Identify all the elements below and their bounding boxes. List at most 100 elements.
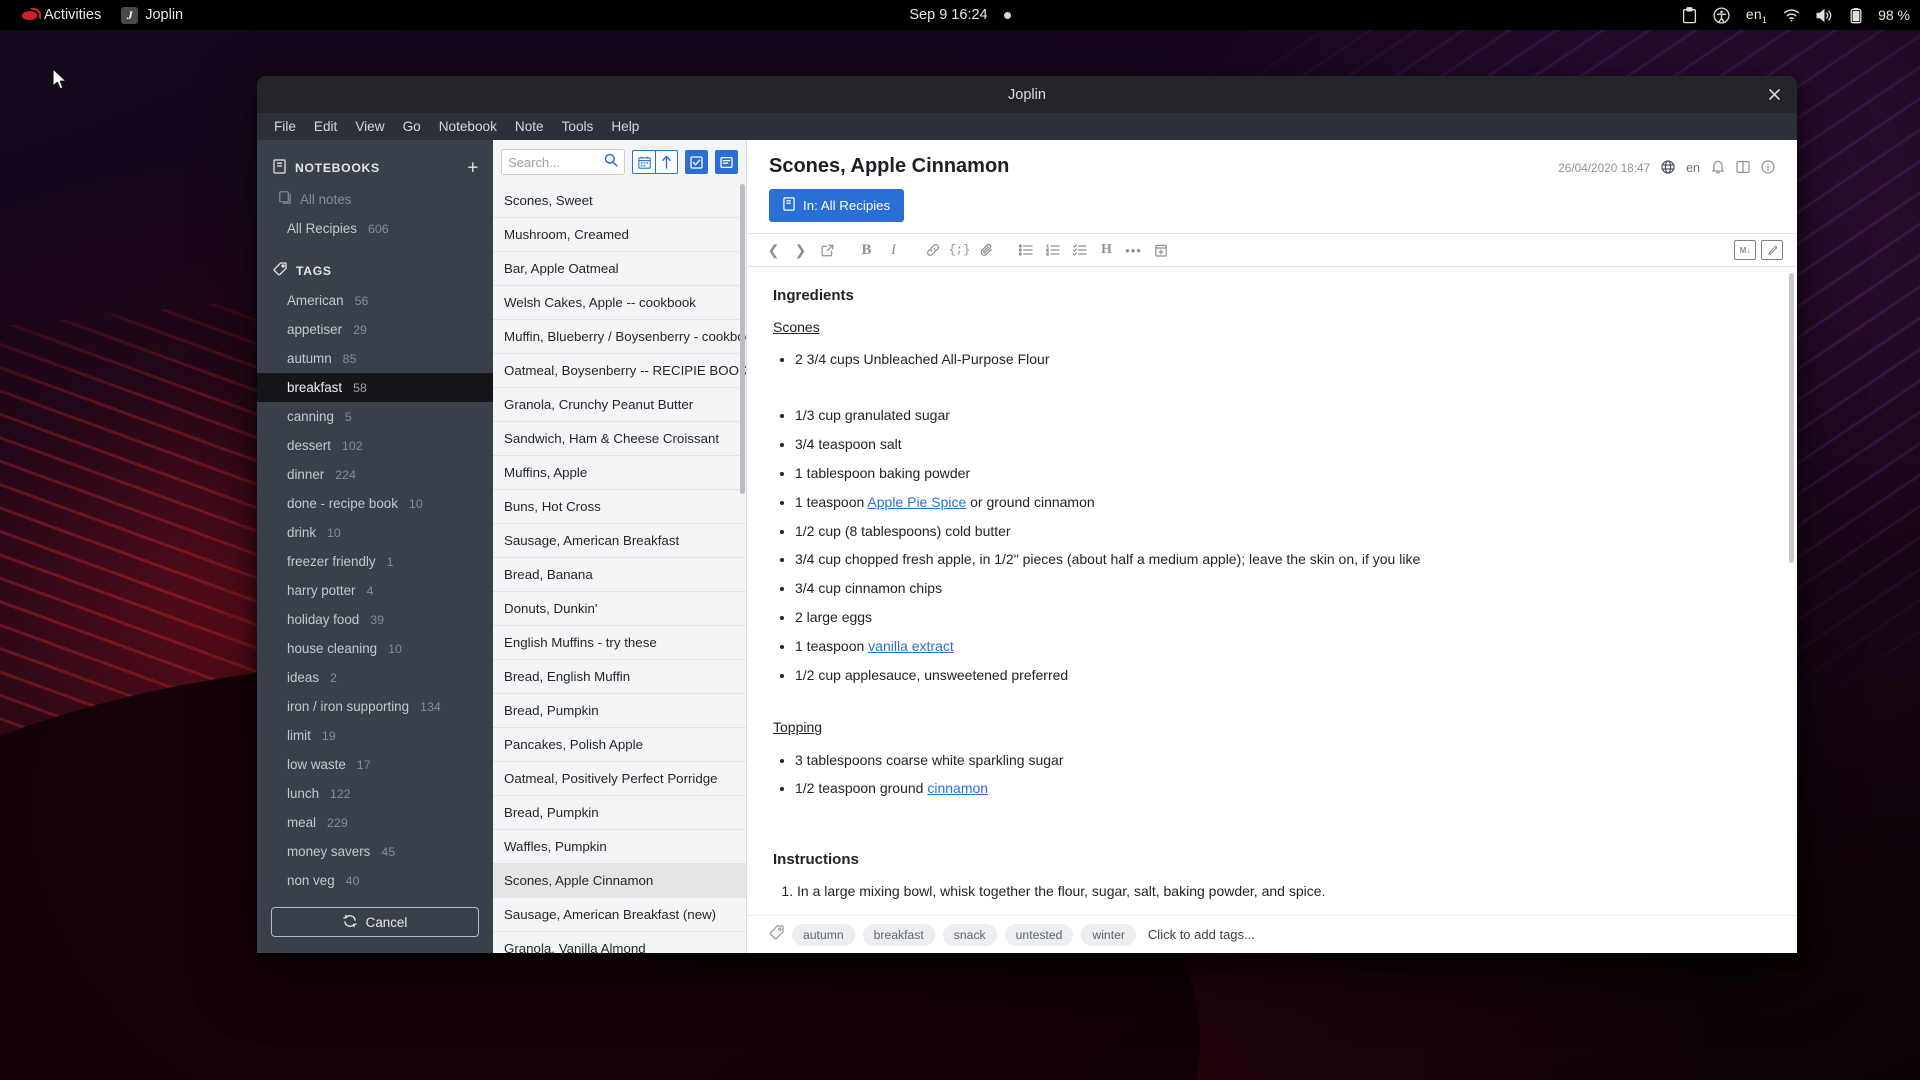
horizontal-rule-icon[interactable]: ••• <box>1121 238 1146 263</box>
search-box[interactable] <box>501 149 625 175</box>
search-icon[interactable] <box>604 153 618 172</box>
note-tag-chip[interactable]: untested <box>1004 923 1074 946</box>
note-list-item[interactable]: Bread, Banana <box>493 558 746 592</box>
sidebar-tag-drink[interactable]: drink 10 <box>257 518 493 547</box>
insert-date-icon[interactable] <box>1148 238 1173 263</box>
note-body[interactable]: Ingredients Scones 2 3/4 cups Unbleached… <box>747 267 1797 915</box>
note-body-scrollbar[interactable] <box>1789 273 1794 563</box>
sidebar-tag-holiday-food[interactable]: holiday food 39 <box>257 605 493 634</box>
sidebar-notebook-item[interactable]: All Recipies 606 <box>257 214 493 243</box>
sidebar-item-all-notes[interactable]: All notes <box>257 184 493 214</box>
note-tag-chip[interactable]: winter <box>1081 923 1136 946</box>
alarm-icon[interactable] <box>1711 159 1725 177</box>
note-list-item[interactable]: Sausage, American Breakfast (new) <box>493 898 746 932</box>
notebook-breadcrumb-button[interactable]: In: All Recipies <box>769 189 905 222</box>
sort-ascending-icon[interactable] <box>655 150 678 174</box>
sidebar-tag-done-recipe-book[interactable]: done - recipe book 10 <box>257 489 493 518</box>
clock[interactable]: Sep 9 16:24 <box>909 7 987 23</box>
heading-icon[interactable]: H <box>1094 238 1119 263</box>
new-notebook-button[interactable]: + <box>467 159 479 178</box>
code-icon[interactable]: {;} <box>947 238 972 263</box>
bulleted-list-icon[interactable] <box>1013 238 1038 263</box>
globe-icon[interactable] <box>1661 159 1675 177</box>
note-list-item[interactable]: Bread, English Muffin <box>493 660 746 694</box>
app-menu-joplin[interactable]: J Joplin <box>111 0 193 30</box>
tags-section-header[interactable]: TAGS <box>257 255 493 286</box>
forward-arrow-icon[interactable]: ❯ <box>788 238 813 263</box>
note-list-item[interactable]: Pancakes, Polish Apple <box>493 728 746 762</box>
sidebar-tag-house-cleaning[interactable]: house cleaning 10 <box>257 634 493 663</box>
notebooks-section-header[interactable]: NOTEBOOKS + <box>257 152 493 184</box>
ingredient-link[interactable]: cinnamon <box>927 780 988 796</box>
activities-button[interactable]: Activities <box>12 0 111 30</box>
note-list-item[interactable]: Oatmeal, Positively Perfect Porridge <box>493 762 746 796</box>
back-arrow-icon[interactable]: ❮ <box>761 238 786 263</box>
note-properties-icon[interactable] <box>1761 159 1775 177</box>
note-tag-chip[interactable]: autumn <box>792 923 855 946</box>
ingredient-link[interactable]: vanilla extract <box>868 638 954 654</box>
sidebar-tag-ideas[interactable]: ideas 2 <box>257 663 493 692</box>
note-list-item[interactable]: Sandwich, Ham & Cheese Croissant <box>493 422 746 456</box>
numbered-list-icon[interactable] <box>1040 238 1065 263</box>
edit-icon[interactable] <box>1761 240 1783 260</box>
toggle-editor-layout-icon[interactable] <box>1736 160 1750 177</box>
sidebar-tag-low-waste[interactable]: low waste 17 <box>257 750 493 779</box>
menu-item-note[interactable]: Note <box>506 116 553 137</box>
search-input[interactable] <box>508 154 604 170</box>
note-list-item[interactable]: Bread, Pumpkin <box>493 796 746 830</box>
note-list-item[interactable]: Mushroom, Creamed <box>493 218 746 252</box>
note-list-item[interactable]: Welsh Cakes, Apple -- cookbook <box>493 286 746 320</box>
note-list-item[interactable]: Granola, Vanilla Almond <box>493 932 746 953</box>
note-list-item[interactable]: Oatmeal, Boysenberry -- RECIPIE BOOK <box>493 354 746 388</box>
note-list-item[interactable]: Granola, Crunchy Peanut Butter <box>493 388 746 422</box>
checkbox-list-icon[interactable] <box>1067 238 1092 263</box>
note-list-item[interactable]: Waffles, Pumpkin <box>493 830 746 864</box>
sidebar-tag-lunch[interactable]: lunch 122 <box>257 779 493 808</box>
note-list-items[interactable]: Scones, Sweet Mushroom, Creamed Bar, Apple… <box>493 184 746 953</box>
ingredient-link[interactable]: Apple Pie Spice <box>867 494 966 510</box>
link-icon[interactable] <box>920 238 945 263</box>
note-tag-chip[interactable]: breakfast <box>862 923 935 946</box>
note-list-item[interactable]: Scones, Apple Cinnamon <box>493 864 746 898</box>
sidebar-tag-meal[interactable]: meal 229 <box>257 808 493 837</box>
cancel-button[interactable]: Cancel <box>271 907 479 937</box>
sidebar-tag-iron-iron-supporting[interactable]: iron / iron supporting 134 <box>257 692 493 721</box>
sidebar-scroll-area[interactable]: NOTEBOOKS + All notes All Recipies 606 T… <box>257 140 493 897</box>
add-tags-button[interactable]: Click to add tags... <box>1148 927 1255 942</box>
italic-icon[interactable]: I <box>881 238 906 263</box>
sidebar-tag-american[interactable]: American 56 <box>257 286 493 315</box>
note-title[interactable]: Scones, Apple Cinnamon <box>769 153 1558 178</box>
menubar[interactable]: File Edit View Go Notebook Note Tools Help <box>257 113 1797 140</box>
note-list-item[interactable]: English Muffins - try these <box>493 626 746 660</box>
menu-item-notebook[interactable]: Notebook <box>430 116 506 137</box>
sidebar-tag-dinner[interactable]: dinner 224 <box>257 460 493 489</box>
volume-icon[interactable] <box>1816 8 1834 23</box>
todo-checkbox-icon[interactable] <box>685 150 708 174</box>
bold-icon[interactable]: B <box>854 238 879 263</box>
sidebar-tag-breakfast[interactable]: breakfast 58 <box>257 373 493 402</box>
battery-icon[interactable] <box>1850 7 1862 24</box>
sidebar-tag-appetiser[interactable]: appetiser 29 <box>257 315 493 344</box>
sidebar-tag-autumn[interactable]: autumn 85 <box>257 344 493 373</box>
clipboard-icon[interactable] <box>1682 6 1697 24</box>
note-list-scrollbar[interactable] <box>740 184 745 494</box>
sidebar-tag-freezer-friendly[interactable]: freezer friendly 1 <box>257 547 493 576</box>
sidebar-tag-canning[interactable]: canning 5 <box>257 402 493 431</box>
notification-dot-icon[interactable] <box>1003 11 1011 19</box>
note-list-item[interactable]: Donuts, Dunkin' <box>493 592 746 626</box>
menu-item-view[interactable]: View <box>346 116 393 137</box>
close-window-button[interactable] <box>1761 82 1787 108</box>
note-list-item[interactable]: Muffin, Blueberry / Boysenberry - cookbo… <box>493 320 746 354</box>
note-list-item[interactable]: Bread, Pumpkin <box>493 694 746 728</box>
sidebar-tag-dessert[interactable]: dessert 102 <box>257 431 493 460</box>
top-bar-right[interactable]: en1 98 % <box>1682 0 1910 30</box>
external-link-icon[interactable] <box>815 238 840 263</box>
note-list-item[interactable]: Muffins, Apple <box>493 456 746 490</box>
markdown-icon[interactable]: M↓ <box>1734 240 1756 260</box>
keyboard-layout-indicator[interactable]: en1 <box>1746 6 1767 25</box>
note-list-item[interactable]: Sausage, American Breakfast <box>493 524 746 558</box>
sidebar-tag-non-veg[interactable]: non veg 40 <box>257 866 493 895</box>
menu-item-help[interactable]: Help <box>602 116 648 137</box>
menu-item-go[interactable]: Go <box>394 116 430 137</box>
note-list-item[interactable]: Scones, Sweet <box>493 184 746 218</box>
